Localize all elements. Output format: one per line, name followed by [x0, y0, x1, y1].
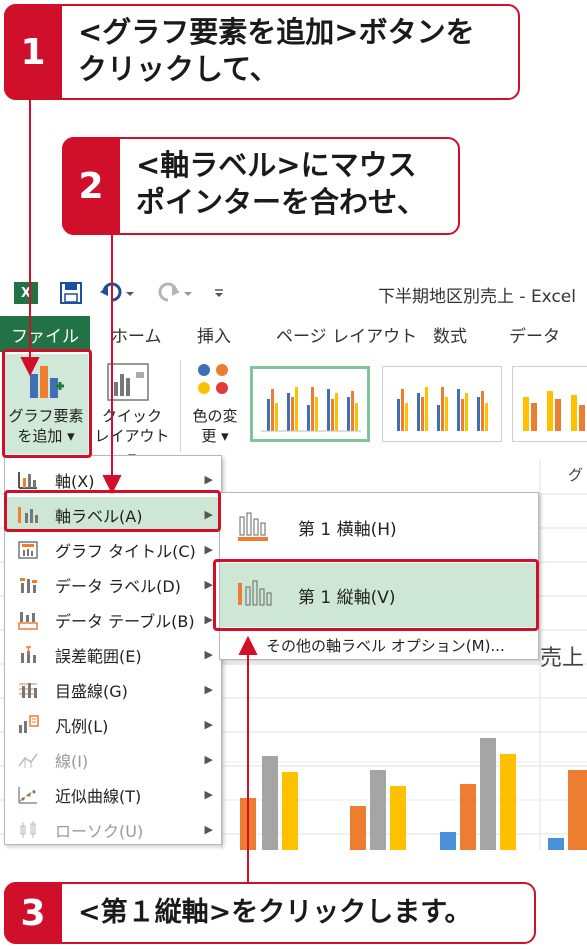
- connector-arrows: [20, 100, 258, 882]
- step-number-3: 3: [4, 882, 62, 944]
- callout-3-text: <第１縦軸>をクリックします。: [78, 897, 472, 928]
- callout-3: 3 <第１縦軸>をクリックします。: [4, 882, 536, 944]
